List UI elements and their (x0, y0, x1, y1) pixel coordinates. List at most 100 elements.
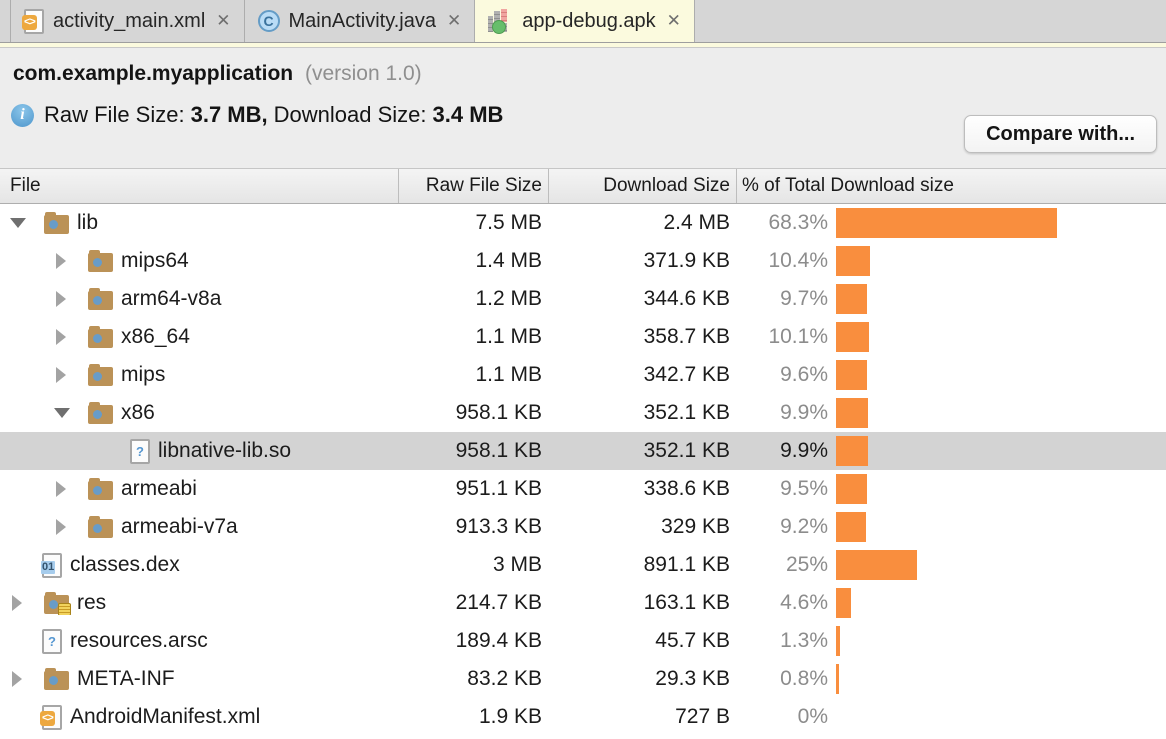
file-name-label: classes.dex (70, 553, 180, 577)
percent-cell: 9.2% (736, 515, 828, 539)
table-row[interactable]: res214.7 KB163.1 KB4.6% (0, 584, 1166, 622)
close-icon[interactable]: ✕ (447, 11, 461, 31)
package-name: com.example.myapplication (13, 62, 293, 85)
table-row[interactable]: armeabi951.1 KB338.6 KB9.5% (0, 470, 1166, 508)
table-row[interactable]: x86_641.1 MB358.7 KB10.1% (0, 318, 1166, 356)
chevron-right-icon[interactable] (52, 253, 88, 269)
download-size-cell: 163.1 KB (548, 591, 736, 615)
download-size-cell: 727 B (548, 705, 736, 729)
raw-file-size-cell: 958.1 KB (398, 401, 548, 425)
java-class-icon: C (258, 10, 280, 32)
file-name-label: mips (121, 363, 165, 387)
percent-cell: 9.9% (736, 439, 828, 463)
chevron-right-icon[interactable] (8, 595, 44, 611)
chevron-right-icon[interactable] (52, 481, 88, 497)
tab-mainactivity-java[interactable]: C MainActivity.java ✕ (245, 0, 476, 42)
close-icon[interactable]: ✕ (667, 11, 681, 31)
percent-bar (836, 626, 840, 656)
percent-cell: 10.4% (736, 249, 828, 273)
close-icon[interactable]: ✕ (216, 11, 230, 31)
chevron-right-icon[interactable] (8, 671, 44, 687)
download-size-label: Download Size: (274, 102, 427, 128)
percent-cell: 0.8% (736, 667, 828, 691)
percent-bar-cell (828, 208, 1166, 238)
percent-bar-cell (828, 474, 1166, 504)
tab-label: activity_main.xml (53, 10, 205, 33)
chevron-down-icon[interactable] (8, 218, 44, 228)
xml-badge: <> (40, 711, 55, 726)
percent-cell: 25% (736, 553, 828, 577)
chevron-down-icon[interactable] (52, 408, 88, 418)
unknown-file-icon: ? (130, 439, 150, 464)
unknown-file-icon: ? (42, 629, 62, 654)
table-row[interactable]: lib7.5 MB2.4 MB68.3% (0, 204, 1166, 242)
xml-file-icon: <> (42, 705, 62, 730)
tab-app-debug-apk[interactable]: app-debug.apk ✕ (475, 0, 695, 42)
folder-icon (88, 329, 113, 348)
table-row[interactable]: <>AndroidManifest.xml1.9 KB727 B0% (0, 698, 1166, 736)
chevron-right-icon[interactable] (52, 367, 88, 383)
table-row[interactable]: arm64-v8a1.2 MB344.6 KB9.7% (0, 280, 1166, 318)
file-name-label: x86 (121, 401, 155, 425)
file-name-cell: 01 classes.dex (0, 553, 398, 578)
tab-label: MainActivity.java (289, 10, 436, 33)
folder-icon (88, 481, 113, 500)
table-row[interactable]: ? resources.arsc 189.4 KB45.7 KB1.3% (0, 622, 1166, 660)
percent-bar (836, 360, 867, 390)
percent-bar-cell (828, 626, 1166, 656)
table-row[interactable]: ?libnative-lib.so958.1 KB352.1 KB9.9% (0, 432, 1166, 470)
table-row[interactable]: mips641.4 MB371.9 KB10.4% (0, 242, 1166, 280)
file-name-cell: res (0, 591, 398, 615)
file-name-label: mips64 (121, 249, 189, 273)
compare-with-button[interactable]: Compare with... (964, 115, 1157, 153)
folder-icon (88, 253, 113, 272)
file-name-cell: armeabi-v7a (0, 515, 398, 539)
column-header-download-size[interactable]: Download Size (548, 169, 736, 203)
raw-file-size-cell: 189.4 KB (398, 629, 548, 653)
download-size-cell: 2.4 MB (548, 211, 736, 235)
percent-bar (836, 550, 917, 580)
download-size-cell: 45.7 KB (548, 629, 736, 653)
percent-bar-cell (828, 398, 1166, 428)
file-name-cell: x86_64 (0, 325, 398, 349)
table-row[interactable]: 01classes.dex3 MB891.1 KB25% (0, 546, 1166, 584)
chevron-right-icon[interactable] (52, 519, 88, 535)
chevron-right-icon[interactable] (52, 291, 88, 307)
percent-cell: 9.5% (736, 477, 828, 501)
percent-cell: 68.3% (736, 211, 828, 235)
raw-file-size-cell: 1.9 KB (398, 705, 548, 729)
folder-icon (88, 291, 113, 310)
tab-activity-main-xml[interactable]: <> activity_main.xml ✕ (10, 0, 245, 42)
table-row[interactable]: META-INF83.2 KB29.3 KB0.8% (0, 660, 1166, 698)
folder-icon (44, 671, 69, 690)
download-size-cell: 352.1 KB (548, 401, 736, 425)
table-row[interactable]: x86958.1 KB352.1 KB9.9% (0, 394, 1166, 432)
column-header-raw-file-size[interactable]: Raw File Size (398, 169, 548, 203)
raw-file-size-cell: 951.1 KB (398, 477, 548, 501)
download-size-cell: 358.7 KB (548, 325, 736, 349)
raw-file-size-cell: 958.1 KB (398, 439, 548, 463)
download-size-value: 3.4 MB (433, 102, 504, 128)
chevron-right-icon[interactable] (52, 329, 88, 345)
percent-bar-cell (828, 322, 1166, 352)
file-name-cell: x86 (0, 401, 398, 425)
percent-cell: 1.3% (736, 629, 828, 653)
column-header-file[interactable]: File (0, 169, 398, 203)
download-size-cell: 352.1 KB (548, 439, 736, 463)
file-name-label: META-INF (77, 667, 175, 691)
file-tree: lib7.5 MB2.4 MB68.3%mips641.4 MB371.9 KB… (0, 204, 1166, 736)
percent-bar (836, 284, 867, 314)
folder-icon (44, 215, 69, 234)
raw-file-size-cell: 214.7 KB (398, 591, 548, 615)
percent-cell: 9.7% (736, 287, 828, 311)
file-name-label: AndroidManifest.xml (70, 705, 260, 729)
download-size-cell: 342.7 KB (548, 363, 736, 387)
resources-badge (58, 603, 71, 615)
column-header-percent-of-total[interactable]: % of Total Download size (736, 169, 1166, 203)
percent-bar (836, 322, 869, 352)
file-name-label: resources.arsc (70, 629, 208, 653)
dex-badge: 01 (41, 561, 55, 574)
table-row[interactable]: armeabi-v7a913.3 KB329 KB9.2% (0, 508, 1166, 546)
percent-bar-cell (828, 664, 1166, 694)
table-row[interactable]: mips1.1 MB342.7 KB9.6% (0, 356, 1166, 394)
